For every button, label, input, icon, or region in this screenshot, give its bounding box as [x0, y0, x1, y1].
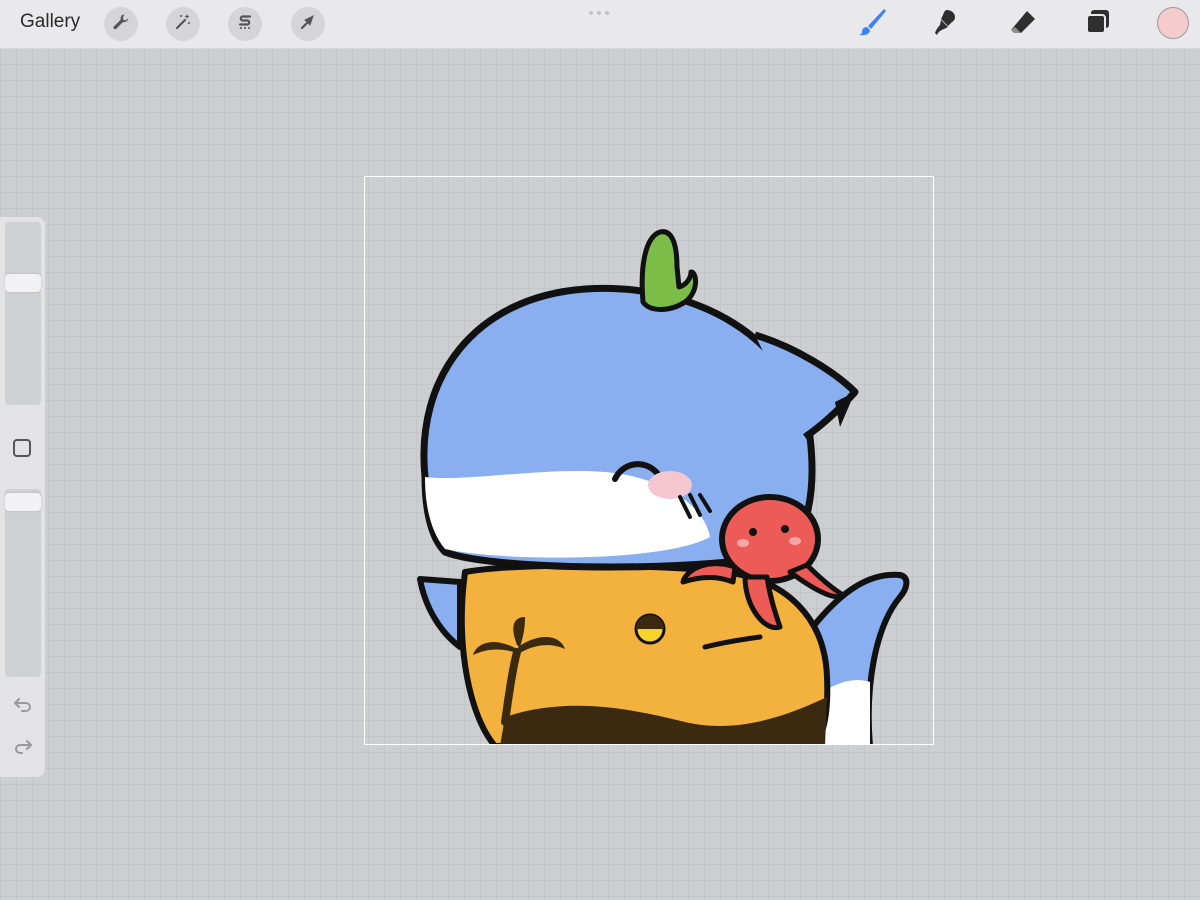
- undo-icon[interactable]: [12, 693, 34, 715]
- drawing-canvas[interactable]: [364, 176, 934, 745]
- eraser-tool-button[interactable]: [1005, 6, 1041, 42]
- arrow-transform-icon: [298, 12, 318, 37]
- actions-button[interactable]: [104, 7, 138, 41]
- layers-button[interactable]: [1080, 6, 1116, 42]
- opacity-slider[interactable]: [5, 489, 41, 677]
- adjustments-button[interactable]: [166, 7, 200, 41]
- brush-size-slider[interactable]: [5, 222, 41, 405]
- selection-button[interactable]: [228, 7, 262, 41]
- transform-button[interactable]: [291, 7, 325, 41]
- wrench-icon: [111, 12, 131, 37]
- layers-icon: [1082, 6, 1114, 43]
- left-sidebar: [0, 217, 45, 777]
- color-picker-button[interactable]: [1157, 7, 1189, 39]
- eraser-icon: [1007, 6, 1039, 43]
- window-grip[interactable]: [589, 11, 609, 15]
- gallery-button[interactable]: Gallery: [20, 11, 80, 33]
- brush-tool-button[interactable]: [854, 6, 890, 42]
- brush-size-thumb[interactable]: [5, 274, 41, 292]
- brush-icon: [856, 6, 888, 43]
- shark-illustration: [417, 229, 910, 744]
- smudge-icon: [931, 6, 963, 43]
- top-toolbar: Gallery: [0, 0, 1200, 49]
- magic-wand-icon: [173, 12, 193, 37]
- redo-icon[interactable]: [12, 737, 34, 759]
- modify-button[interactable]: [13, 439, 31, 457]
- smudge-tool-button[interactable]: [929, 6, 965, 42]
- opacity-thumb[interactable]: [5, 493, 41, 511]
- selection-s-icon: [235, 12, 255, 37]
